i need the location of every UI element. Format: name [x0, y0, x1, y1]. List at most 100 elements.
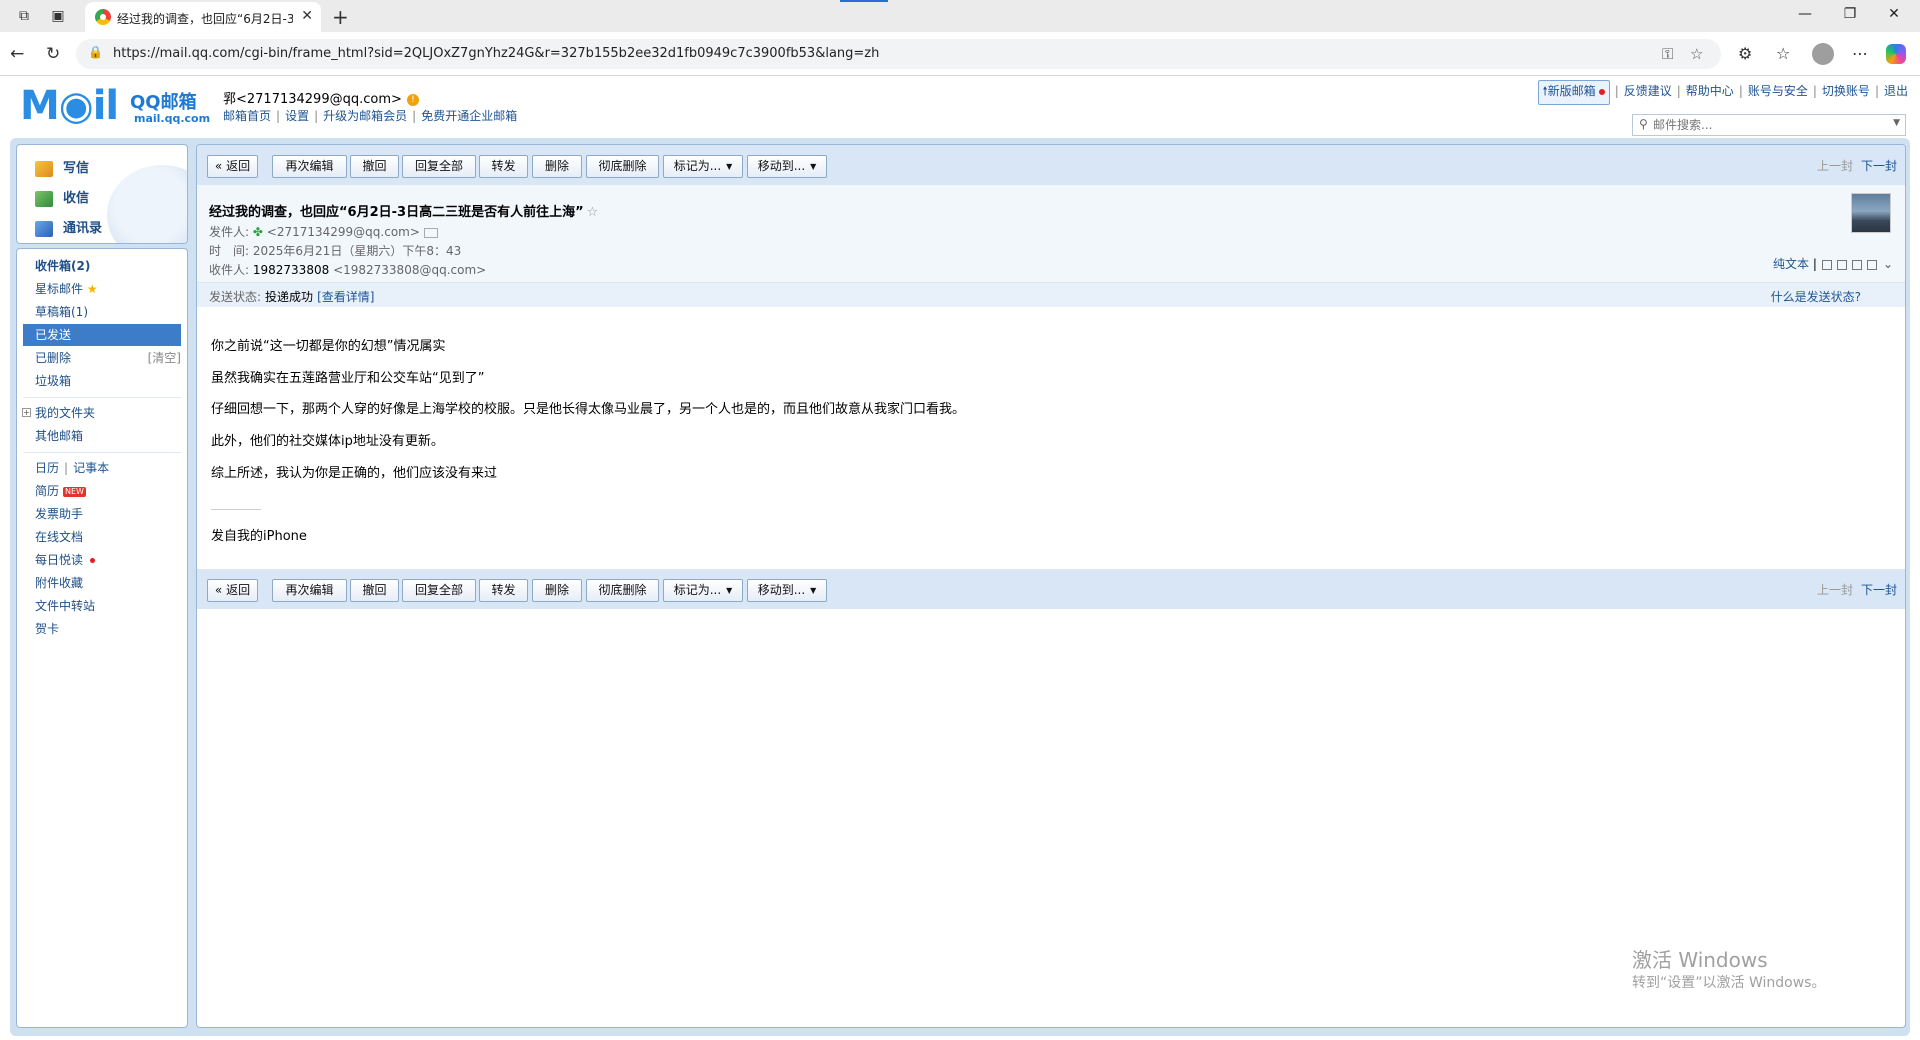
- deleted-label: 已删除: [35, 351, 72, 365]
- next-mail-link[interactable]: 下一封: [1861, 583, 1897, 597]
- sidebar-item-starred[interactable]: 星标邮件 ★: [17, 278, 187, 300]
- link-switch-account[interactable]: 切换账号: [1822, 84, 1870, 98]
- link-upgrade-vip[interactable]: 升级为邮箱会员: [323, 109, 407, 123]
- starred-label: 星标邮件: [35, 282, 84, 296]
- back-button[interactable]: « 返回: [207, 155, 258, 178]
- refresh-icon[interactable]: ↻: [46, 44, 60, 64]
- link-help[interactable]: 帮助中心: [1686, 84, 1734, 98]
- search-icon[interactable]: ⚲: [1639, 117, 1648, 131]
- sidebar-item-file-transfer[interactable]: 文件中转站: [17, 595, 187, 617]
- sidebar-item-sent[interactable]: 已发送: [23, 324, 181, 346]
- sidebar-item-other-mailboxes[interactable]: 其他邮箱: [17, 425, 187, 447]
- workspaces-icon[interactable]: ⧉: [16, 8, 32, 24]
- tab-close-icon[interactable]: ✕: [301, 8, 313, 24]
- to-name[interactable]: 1982733808: [253, 263, 329, 277]
- link-logout[interactable]: 退出: [1884, 84, 1908, 98]
- from-address[interactable]: <2717134299@qq.com>: [267, 225, 420, 239]
- next-mail-link[interactable]: 下一封: [1861, 159, 1897, 173]
- plain-text-link[interactable]: 纯文本: [1773, 257, 1809, 271]
- sidebar-item-greeting-cards[interactable]: 贺卡: [17, 618, 187, 640]
- favorites-icon[interactable]: ☆: [1776, 44, 1790, 63]
- sidebar-item-invoice[interactable]: 发票助手: [17, 503, 187, 525]
- permanent-delete-button[interactable]: 彻底删除: [586, 155, 659, 178]
- move-to-dropdown[interactable]: 移动到... ▼: [747, 579, 827, 602]
- move-to-dropdown[interactable]: 移动到... ▼: [747, 155, 827, 178]
- clear-trash-link[interactable]: [清空]: [148, 347, 181, 369]
- link-settings[interactable]: 设置: [285, 109, 309, 123]
- status-value: 投递成功: [265, 290, 314, 304]
- search-input[interactable]: [1653, 117, 1883, 133]
- key-icon[interactable]: ⚿: [1662, 45, 1673, 63]
- sidebar-item-resume[interactable]: 简历 NEW: [17, 480, 187, 502]
- prev-mail-link[interactable]: 上一封: [1817, 583, 1853, 597]
- contact-card-icon[interactable]: [423, 227, 438, 238]
- extensions-icon[interactable]: ⚙: [1738, 44, 1752, 63]
- divider: |: [64, 461, 69, 475]
- mark-as-dropdown[interactable]: 标记为... ▼: [663, 579, 743, 602]
- new-window-icon[interactable]: [1821, 259, 1832, 270]
- new-tab-icon[interactable]: +: [332, 5, 349, 29]
- sidebar-item-spam[interactable]: 垃圾箱: [17, 370, 187, 392]
- sidebar-item-daily-reading[interactable]: 每日悦读: [17, 549, 187, 571]
- browser-tab[interactable]: 经过我的调查，也回应“6月2日-3日高二三班是否有人前往上海” ✕: [85, 2, 321, 32]
- copilot-icon[interactable]: [1886, 44, 1906, 64]
- reader-view-icon[interactable]: [1836, 259, 1847, 270]
- forward-button[interactable]: 转发: [479, 579, 528, 602]
- star-toggle-icon[interactable]: ☆: [587, 205, 599, 220]
- minimize-icon[interactable]: —: [1795, 6, 1815, 22]
- window-close-icon[interactable]: ✕: [1884, 6, 1904, 22]
- chevron-down-icon[interactable]: ▼: [1893, 118, 1900, 128]
- link-notepad[interactable]: 记事本: [73, 461, 109, 475]
- url-text[interactable]: https://mail.qq.com/cgi-bin/frame_html?s…: [113, 46, 879, 61]
- site-info-icon[interactable]: 🔒: [88, 45, 103, 59]
- mark-as-dropdown[interactable]: 标记为... ▼: [663, 155, 743, 178]
- warning-icon[interactable]: !: [406, 93, 419, 106]
- sidebar-item-inbox[interactable]: 收件箱(2): [17, 255, 187, 277]
- permanent-delete-button[interactable]: 彻底删除: [586, 579, 659, 602]
- contacts-button[interactable]: 通讯录: [35, 217, 102, 237]
- delete-button[interactable]: 删除: [532, 155, 582, 178]
- top-links: 🠕新版邮箱 | 反馈建议 | 帮助中心 | 账号与安全 | 切换账号 | 退出: [1537, 80, 1908, 105]
- re-edit-button[interactable]: 再次编辑: [272, 155, 347, 178]
- sender-avatar[interactable]: [1851, 193, 1891, 233]
- windows-activation-hint: 转到“设置”以激活 Windows。: [1632, 975, 1826, 991]
- recall-button[interactable]: 撤回: [350, 155, 399, 178]
- link-calendar[interactable]: 日历: [35, 461, 59, 475]
- recall-button[interactable]: 撤回: [350, 579, 399, 602]
- link-mail-home[interactable]: 邮箱首页: [223, 109, 271, 123]
- sidebar-item-attachments[interactable]: 附件收藏: [17, 572, 187, 594]
- tab-actions-icon[interactable]: ▣: [50, 8, 66, 24]
- chevron-down-icon[interactable]: ⌄: [1883, 257, 1893, 271]
- link-account-security[interactable]: 账号与安全: [1748, 84, 1808, 98]
- calendar-icon[interactable]: [1851, 259, 1862, 270]
- receive-button[interactable]: 收信: [35, 187, 89, 207]
- new-version-button[interactable]: 🠕新版邮箱: [1537, 80, 1610, 105]
- sidebar-item-docs[interactable]: 在线文档: [17, 526, 187, 548]
- back-button[interactable]: « 返回: [207, 579, 258, 602]
- compose-button[interactable]: 写信: [35, 157, 89, 177]
- back-icon[interactable]: ←: [10, 44, 24, 64]
- sidebar-item-deleted[interactable]: 已删除 [清空]: [17, 347, 187, 369]
- delete-button[interactable]: 删除: [532, 579, 582, 602]
- reply-all-button[interactable]: 回复全部: [402, 155, 476, 178]
- sidebar-item-my-folders[interactable]: + 我的文件夹: [17, 402, 187, 424]
- prev-mail-link[interactable]: 上一封: [1817, 159, 1853, 173]
- address-bar[interactable]: 🔒 https://mail.qq.com/cgi-bin/frame_html…: [76, 39, 1721, 69]
- mail-search[interactable]: ⚲ ▼: [1632, 114, 1906, 136]
- time-label: 时 间:: [209, 244, 250, 258]
- restore-icon[interactable]: ❐: [1840, 6, 1860, 22]
- re-edit-button[interactable]: 再次编辑: [272, 579, 347, 602]
- status-help-link[interactable]: 什么是发送状态?: [1771, 288, 1861, 305]
- status-details-link[interactable]: [查看详情]: [317, 290, 374, 304]
- link-feedback[interactable]: 反馈建议: [1624, 84, 1672, 98]
- print-icon[interactable]: [1866, 259, 1877, 270]
- compose-label: 写信: [63, 161, 90, 176]
- reply-all-button[interactable]: 回复全部: [402, 579, 476, 602]
- more-menu-icon[interactable]: ⋯: [1852, 44, 1868, 63]
- sidebar-item-drafts[interactable]: 草稿箱(1): [17, 301, 187, 323]
- forward-button[interactable]: 转发: [479, 155, 528, 178]
- profile-avatar[interactable]: [1812, 43, 1834, 65]
- expand-icon[interactable]: +: [22, 408, 31, 417]
- favorite-star-icon[interactable]: ☆: [1690, 45, 1703, 63]
- link-enterprise-mail[interactable]: 免费开通企业邮箱: [421, 109, 517, 123]
